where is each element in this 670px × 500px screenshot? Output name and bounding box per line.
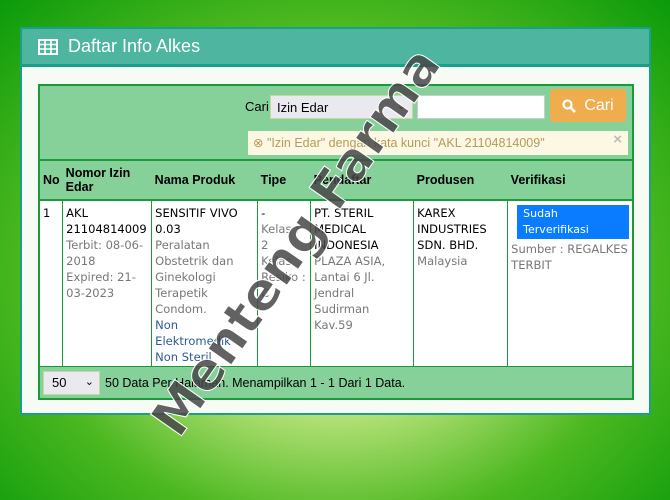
close-icon[interactable]: ×: [613, 131, 622, 148]
cell-nomor: AKL 21104814009 Terbit: 08-06-2018 Expired…: [62, 200, 152, 369]
nama-produk: SENSITIF VIVO 0.03: [155, 206, 238, 236]
sumber: Sumber : REGALKES TERBIT: [511, 242, 628, 272]
terbit: Terbit: 08-06-2018: [66, 238, 144, 268]
per-page-value: 50: [52, 374, 67, 390]
tipe: -: [261, 206, 266, 220]
search-field-select[interactable]: Izin Edar ⌄: [270, 95, 413, 119]
alert-text: "Izin Edar" dengan kata kunci "AKL 21104…: [266, 136, 545, 150]
page-title: Daftar Info Alkes: [68, 36, 201, 56]
col-tipe: Tipe: [257, 161, 311, 201]
col-no: No: [40, 161, 63, 201]
select-value: Izin Edar: [277, 100, 329, 115]
cell-pendaftar: PT. STERIL MEDICAL INDONESIA PLAZA ASIA, …: [310, 200, 414, 369]
search-icon: [562, 98, 577, 113]
produsen: KAREX INDUSTRIES SDN. BHD.: [417, 206, 487, 252]
col-produsen: Produsen: [413, 161, 508, 201]
pendaftar: PT. STERIL MEDICAL INDONESIA: [314, 206, 379, 252]
panel-header: Daftar Info Alkes: [22, 29, 649, 67]
remove-filter-icon[interactable]: ⊗: [253, 136, 263, 150]
nomor-izin: AKL 21104814009: [66, 206, 147, 236]
search-button[interactable]: Cari: [550, 89, 626, 122]
expired: Expired: 21-03-2023: [66, 270, 136, 300]
search-bar: Cari Izin Edar ⌄ Cari ⊗ "Izin Edar" denga…: [40, 86, 632, 161]
col-nomor: Nomor Izin Edar: [62, 161, 152, 201]
search-alert: ⊗ "Izin Edar" dengan kata kunci "AKL 211…: [248, 131, 628, 155]
status-badge: Sudah Terverifikasi: [517, 205, 629, 239]
alamat: PLAZA ASIA, Lantai 6 Jl. Jendral Sudirma…: [314, 254, 386, 332]
data-table: Cari Izin Edar ⌄ Cari ⊗ "Izin Edar" denga…: [38, 84, 634, 400]
per-page-select[interactable]: 50 ⌄: [43, 370, 100, 395]
jenis-steril: Non Steril: [155, 350, 212, 364]
chevron-down-icon: ⌄: [84, 375, 94, 388]
col-verifikasi: Verifikasi: [507, 161, 632, 201]
cell-verifikasi: Sudah Terverifikasi Sumber : REGALKES TER…: [507, 200, 632, 369]
col-nama: Nama Produk: [151, 161, 258, 201]
table-icon: [38, 38, 58, 55]
table-header: No Nomor Izin Edar Nama Produk Tipe Pend…: [40, 161, 632, 201]
jenis-elektromedik: Non Elektromedik: [155, 318, 231, 348]
cell-no: 1: [43, 206, 51, 220]
search-label: Cari: [245, 99, 269, 114]
negara: Malaysia: [417, 254, 468, 268]
kelas: Kelas : 2: [261, 222, 299, 252]
cell-nama: SENSITIF VIVO 0.03 Peralatan Obstetrik da…: [151, 200, 258, 369]
chevron-down-icon: ⌄: [396, 100, 406, 112]
kategori: Peralatan Obstetrik dan Ginekologi Terap…: [155, 238, 234, 316]
col-pendaftar: Pendaftar: [310, 161, 414, 201]
pagination-footer: 50 ⌄ 50 Data Per Halaman. Menampilkan 1 -…: [40, 366, 632, 398]
cell-tipe: - Kelas : 2 Kelas Resiko : C: [257, 200, 311, 369]
search-button-label: Cari: [584, 96, 614, 114]
cell-produsen: KAREX INDUSTRIES SDN. BHD. Malaysia: [413, 200, 508, 369]
search-input[interactable]: [417, 95, 545, 119]
kelas-resiko: Kelas Resiko : C: [261, 254, 306, 300]
table-row: 1 AKL 21104814009 Terbit: 08-06-2018 Expir…: [40, 200, 632, 369]
alkes-panel: Daftar Info Alkes Cari Izin Edar ⌄ Cari ⊗…: [20, 27, 651, 415]
pagination-info: 50 Data Per Halaman. Menampilkan 1 - 1 D…: [105, 375, 406, 390]
